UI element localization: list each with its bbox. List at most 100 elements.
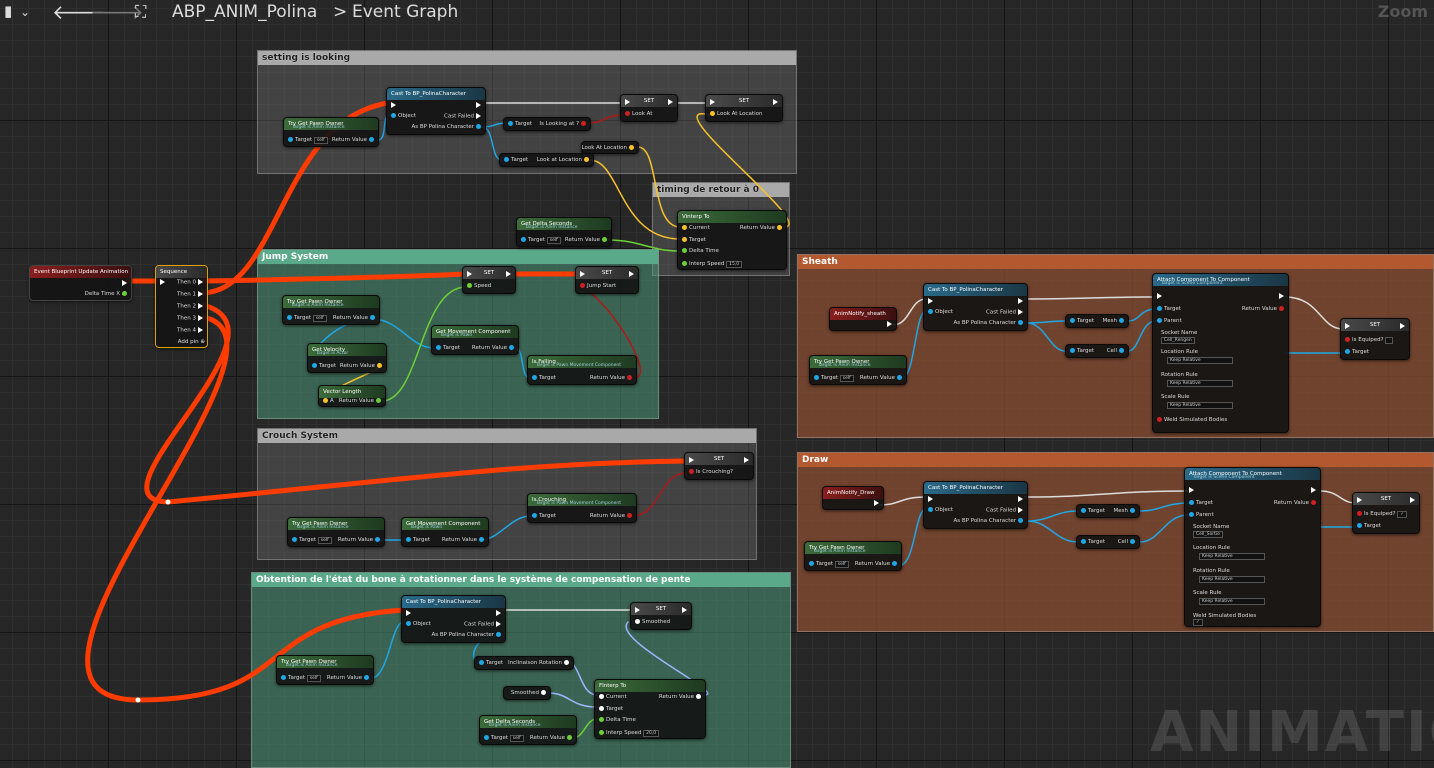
- node-is-falling[interactable]: Is Falling Target is Pawn Movement Compo…: [527, 355, 637, 385]
- node-rinterp-to[interactable]: FInterp To Current Return Value Target D…: [594, 679, 706, 739]
- pin-target[interactable]: Target: [1079, 539, 1105, 545]
- node-set-is-equiped-sheath[interactable]: SET Is Equiped? Target: [1340, 318, 1410, 360]
- pin-is-crouching[interactable]: Is Crouching?: [687, 469, 733, 475]
- pin-cast-failed[interactable]: Cast Failed: [986, 309, 1025, 316]
- pin-return-value[interactable]: Return Value: [1242, 306, 1286, 312]
- pin-target[interactable]: Target: [1155, 306, 1181, 312]
- pin-mesh[interactable]: Mesh: [1114, 508, 1137, 514]
- node-is-crouching[interactable]: Is Crouching Target is Pawn Movement Com…: [527, 493, 637, 523]
- pin-exec-out[interactable]: [1277, 293, 1286, 300]
- pin-target[interactable]: Target self: [286, 137, 328, 144]
- pin-return-value[interactable]: Return Value: [590, 513, 634, 519]
- pin-exec-in[interactable]: [633, 607, 642, 614]
- node-get-movement-component-crouch[interactable]: Get Movement Component Target is Pawn Ta…: [401, 517, 489, 547]
- pin-then-3[interactable]: Then 3: [177, 315, 205, 322]
- pin-exec-out[interactable]: [474, 102, 483, 109]
- pin-look-at-location[interactable]: Look At Location: [708, 111, 762, 117]
- pin-return-value[interactable]: Return Value: [659, 694, 703, 700]
- pin-then-4[interactable]: Then 4: [177, 327, 205, 334]
- pin-target[interactable]: Target: [597, 706, 623, 712]
- pin-exec-in[interactable]: [1155, 293, 1164, 300]
- node-get-movement-component[interactable]: Get Movement Component Target is Pawn Ta…: [431, 325, 519, 355]
- pin-exec-in[interactable]: [1187, 487, 1196, 494]
- node-is-looking[interactable]: Target Is Looking at ?: [503, 117, 591, 131]
- pin-exec-in[interactable]: [623, 99, 632, 106]
- pin-as-bp[interactable]: As BP Polina Character: [953, 320, 1025, 326]
- pin-as-bp[interactable]: As BP Polina Character: [431, 632, 503, 638]
- pin-exec-out[interactable]: [771, 99, 780, 106]
- pin-current[interactable]: Current: [597, 694, 627, 700]
- pin-exec-in[interactable]: [389, 102, 398, 109]
- pin-speed[interactable]: Speed: [465, 283, 491, 289]
- node-event-update-animation[interactable]: Event Blueprint Update Animation Delta T…: [29, 265, 132, 301]
- pin-return-value[interactable]: Return Value: [565, 237, 609, 243]
- pin-target[interactable]: Target: [310, 363, 336, 369]
- rotation-rule-select[interactable]: Keep Relative: [1199, 576, 1265, 583]
- pin-target[interactable]: Target: [530, 375, 556, 381]
- pin-exec-in[interactable]: [404, 610, 413, 617]
- socket-name-field[interactable]: Cell_Sortie: [1193, 531, 1223, 538]
- pin-socket-name[interactable]: Socket Name: [1161, 330, 1197, 336]
- node-get-velocity[interactable]: Get Velocity Target is Actor Target Retu…: [307, 343, 387, 373]
- pin-target[interactable]: Target: [530, 513, 556, 519]
- node-try-get-pawn-owner-jump[interactable]: Try Get Pawn Owner Target is Anim Instan…: [282, 295, 380, 325]
- node-anim-notify-draw[interactable]: AnimNotify_Draw: [822, 486, 884, 510]
- pin-exec-out[interactable]: [742, 457, 751, 464]
- pin-exec-out[interactable]: [1398, 323, 1407, 330]
- node-try-get-pawn-owner-draw[interactable]: Try Get Pawn Owner Target is Anim Instan…: [804, 541, 902, 571]
- pin-exec-in[interactable]: [465, 271, 474, 278]
- node-cast-to-bp-polina-draw[interactable]: Cast To BP_PolinaCharacter Object Cast F…: [923, 481, 1028, 529]
- pin-interp-speed[interactable]: Interp Speed 20,0: [597, 730, 660, 737]
- pin-target[interactable]: Target: [1079, 508, 1105, 514]
- pin-jump-start[interactable]: Jump Start: [578, 283, 616, 289]
- pin-return-value[interactable]: Return Value: [340, 363, 384, 369]
- pin-exec-in[interactable]: [926, 298, 935, 305]
- pin-exec-out[interactable]: [1016, 298, 1025, 305]
- pin-return-value[interactable]: Return Value: [338, 537, 382, 543]
- node-set-jump-start[interactable]: SET Jump Start: [575, 266, 639, 294]
- node-cast-to-bp-polina[interactable]: Cast To BP_PolinaCharacter Object Cast F…: [386, 87, 486, 135]
- pin-target[interactable]: Target: [1343, 349, 1369, 355]
- pin-return-value[interactable]: Return Value: [442, 537, 486, 543]
- node-set-is-equiped-draw[interactable]: SET Is Equiped? ✓ Target: [1352, 492, 1420, 534]
- node-try-get-pawn-owner-sheath[interactable]: Try Get Pawn Owner Target is Anim Instan…: [809, 355, 907, 385]
- node-target-look-at-location[interactable]: Target Look at Location: [499, 153, 594, 167]
- node-set-speed[interactable]: SET Speed: [462, 266, 516, 294]
- node-get-mesh-sheath[interactable]: Target Mesh: [1065, 314, 1129, 328]
- scale-rule-select[interactable]: Keep Relative: [1167, 402, 1233, 409]
- node-get-cell-draw[interactable]: Target Cell: [1076, 535, 1140, 549]
- pin-target[interactable]: Target self: [519, 237, 561, 244]
- pin-exec-out[interactable]: [494, 610, 503, 617]
- node-try-get-pawn-owner-bone[interactable]: Try Get Pawn Owner Target is Anim Instan…: [276, 655, 374, 685]
- pin-exec-out[interactable]: [627, 271, 636, 278]
- node-get-delta-seconds-bone[interactable]: Get Delta Seconds Target is Anim Instanc…: [479, 715, 577, 745]
- pin-mesh[interactable]: Mesh: [1103, 318, 1126, 324]
- pin-object[interactable]: Object: [926, 309, 953, 315]
- location-rule-select[interactable]: Keep Relative: [1199, 553, 1265, 560]
- pin-target[interactable]: Target self: [290, 537, 332, 544]
- pin-look-at-location[interactable]: Look At Location: [582, 145, 636, 151]
- pin-look-at-location[interactable]: Look at Location: [537, 157, 591, 163]
- node-get-cell-sheath[interactable]: Target Cell: [1065, 344, 1129, 358]
- socket-name-field[interactable]: Cell_Rengen: [1161, 337, 1195, 344]
- pin-return-value[interactable]: Return Value: [1274, 500, 1318, 506]
- pin-target[interactable]: Target: [680, 237, 706, 243]
- pin-exec-out[interactable]: [1309, 487, 1318, 494]
- pin-exec-in[interactable]: [1343, 323, 1352, 330]
- asset-name-link[interactable]: ABP_ANIM_Polina: [172, 2, 317, 22]
- pin-target[interactable]: Target: [1068, 348, 1094, 354]
- pin-return-value[interactable]: Return Value: [332, 137, 376, 143]
- pin-then-0[interactable]: Then 0: [177, 279, 205, 286]
- pin-exec-in[interactable]: [578, 271, 587, 278]
- pin-target[interactable]: Target: [434, 345, 460, 351]
- node-anim-notify-sheath[interactable]: AnimNotify_sheath: [829, 307, 897, 331]
- pin-cell[interactable]: Cell: [1118, 539, 1137, 545]
- pin-is-looking[interactable]: Is Looking at ?: [539, 121, 588, 127]
- pin-target[interactable]: Target self: [279, 675, 321, 682]
- node-vinterp-to[interactable]: Vinterp To Current Return Value Target D…: [677, 210, 787, 270]
- pin-exec-out[interactable]: [680, 607, 689, 614]
- node-get-smoothed[interactable]: Smoothed: [503, 686, 551, 700]
- location-rule-select[interactable]: Keep Relative: [1167, 357, 1233, 364]
- pin-return-value[interactable]: Return Value: [333, 315, 377, 321]
- node-attach-component-sheath[interactable]: Attach Component To Component Target is …: [1152, 273, 1289, 433]
